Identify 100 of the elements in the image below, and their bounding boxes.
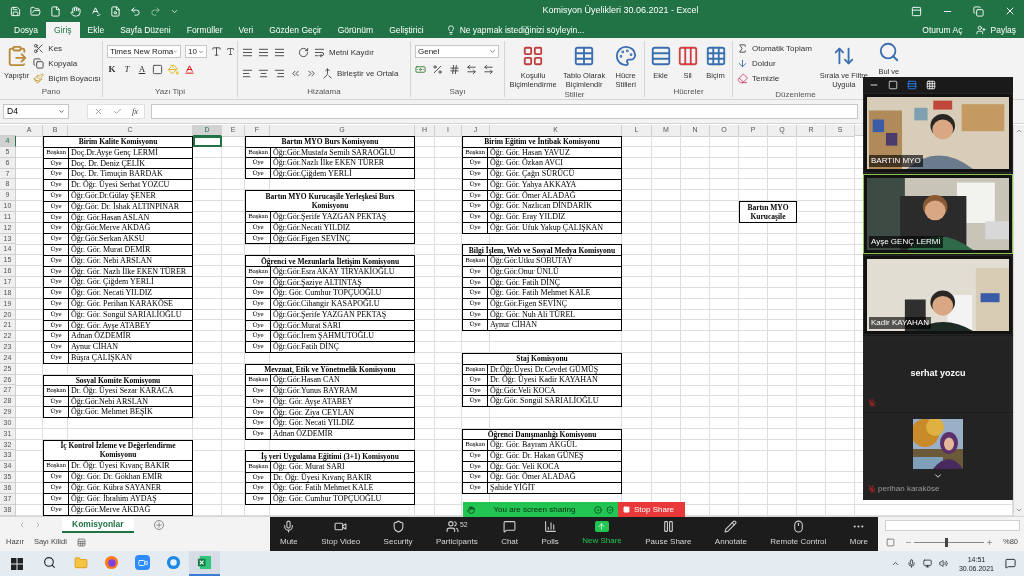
orientation-icon[interactable] — [298, 47, 309, 58]
zoom-slider-thumb[interactable] — [945, 537, 949, 547]
name-cell-text: Öğr.Gör.Veli KOCA — [489, 385, 557, 396]
save-icon[interactable] — [10, 5, 21, 17]
undo-icon[interactable] — [130, 5, 141, 17]
add-sheet-icon[interactable] — [153, 520, 164, 530]
align-right-icon[interactable] — [274, 68, 285, 79]
cancel-icon[interactable] — [94, 107, 103, 116]
align-left-icon[interactable] — [242, 68, 253, 79]
name-cell-text: Doç.Dr.Ayşe Genç LERMİ — [70, 147, 159, 158]
name-cell-text: Öğr.Gör.Merve AKDAĞ — [70, 223, 152, 234]
notification-icon[interactable] — [1005, 558, 1016, 569]
font-name-field[interactable]: Times New Roma — [107, 45, 181, 58]
decrease-indent-icon[interactable] — [290, 68, 301, 79]
spell-check-icon[interactable] — [90, 5, 101, 17]
taskbar-app[interactable] — [189, 551, 220, 576]
insert-function-button[interactable]: fx — [132, 105, 139, 118]
name-cell-text: Öğr. Gör. Ömer ALADAĞ — [489, 472, 577, 483]
gallery-view-icon[interactable] — [926, 79, 936, 90]
ribbon-tab[interactable]: Giriş — [46, 22, 80, 38]
share-button[interactable]: Paylaş — [970, 22, 1022, 38]
autosum-icon — [737, 43, 748, 54]
group-label: Hizalama — [306, 86, 342, 97]
ribbon-tab[interactable]: Gözden Geçir — [261, 22, 330, 38]
percent-icon[interactable] — [432, 64, 443, 75]
align-top-icon[interactable] — [242, 47, 253, 58]
merge-center-button[interactable]: Birleştir ve Ortala — [322, 66, 399, 81]
scroll-up-icon[interactable] — [1015, 127, 1023, 135]
scroll-down-icon[interactable] — [933, 471, 943, 481]
mute-button[interactable]: Mute — [280, 520, 298, 548]
horizontal-scrollbar[interactable] — [885, 519, 1020, 531]
active-cell[interactable] — [193, 136, 222, 147]
underline-button[interactable]: A — [137, 63, 147, 77]
currency-icon[interactable] — [415, 64, 426, 75]
borders-icon[interactable] — [152, 64, 163, 76]
format-painter-button[interactable]: Biçim Boyacısı — [33, 71, 101, 86]
name-cell-text: Dr. Öğr. Üyesi Kıvanç BAKIR — [272, 472, 373, 483]
microphone-icon[interactable] — [906, 559, 916, 568]
name-cell-text: Öğr. Gör. Murat SARI — [272, 462, 346, 472]
polls-button[interactable]: Polls — [541, 520, 559, 548]
chat-button[interactable]: Chat — [501, 520, 519, 548]
font-color-icon[interactable] — [184, 64, 195, 76]
ribbon-tab[interactable]: Dosya — [6, 22, 47, 38]
pause-share-button[interactable]: Pause Share — [645, 520, 692, 548]
bold-button[interactable]: K — [107, 63, 117, 77]
macro-icon[interactable] — [76, 537, 86, 547]
security-button[interactable]: Security — [383, 520, 413, 548]
new-share-button[interactable]: New Share — [582, 521, 622, 547]
name-cell-text: Öğr. Gör. Ayşe ATABEY — [70, 320, 152, 331]
stop-share-button[interactable]: Stop Share — [618, 502, 685, 517]
italic-button[interactable]: T — [122, 63, 132, 77]
wrap-text-button[interactable]: Metni Kaydır — [314, 45, 374, 60]
tell-me-field[interactable]: Ne yapmak istediğinizi söyleyin... — [445, 22, 585, 38]
ribbon-display-icon[interactable] — [911, 5, 922, 17]
ribbon-tab[interactable]: Geliştirici — [381, 22, 432, 38]
formula-field[interactable] — [151, 104, 858, 119]
annotate-button[interactable]: Annotate — [714, 520, 747, 548]
folder-icon[interactable] — [30, 5, 41, 17]
copy-button[interactable]: Kopyala — [33, 56, 101, 71]
participant-name: serhat yozcu — [910, 367, 966, 381]
redo-icon[interactable] — [150, 5, 161, 17]
increase-indent-icon[interactable] — [306, 68, 317, 79]
clear-button[interactable]: Temizle — [737, 71, 812, 86]
ribbon-tab[interactable]: Veri — [230, 22, 262, 38]
speaker-view-icon[interactable] — [888, 79, 898, 90]
sheet-tab[interactable]: Komisyonlar — [62, 517, 134, 533]
align-center-icon[interactable] — [258, 68, 269, 79]
ribbon-tab[interactable]: Sayfa Düzeni — [112, 22, 179, 38]
remote-control-button[interactable]: Remote Control — [770, 520, 827, 548]
ribbon-tab[interactable]: Formüller — [178, 22, 231, 38]
align-middle-icon[interactable] — [258, 47, 269, 58]
page-view-icon[interactable] — [886, 537, 895, 547]
scrollbar[interactable] — [1013, 125, 1024, 516]
pause-share-icon — [661, 520, 675, 533]
new-file-icon[interactable] — [50, 5, 61, 17]
close-icon[interactable] — [1004, 5, 1016, 17]
cut-button[interactable]: Kes — [33, 41, 101, 56]
print-preview-icon[interactable] — [110, 5, 121, 17]
decrease-decimal-icon[interactable] — [483, 64, 494, 75]
autosum-button[interactable]: Otomatik Toplam — [737, 41, 812, 56]
chevron-up-icon[interactable] — [890, 559, 900, 568]
name-box[interactable]: D4 — [3, 104, 69, 119]
name-cell-text: Dr. Öğr. Üyesi Kıvanç BAKIR — [70, 461, 171, 472]
network-icon[interactable] — [922, 559, 932, 568]
font-size-field[interactable]: 10 — [185, 45, 207, 58]
align-bottom-icon[interactable] — [274, 47, 285, 58]
ribbon-tab[interactable]: Görünüm — [329, 22, 382, 38]
volume-icon[interactable] — [938, 559, 948, 568]
strip-view-icon[interactable] — [907, 79, 917, 90]
stop-video-button[interactable]: Stop Video — [321, 520, 361, 548]
more-button[interactable]: More — [849, 520, 868, 548]
name-cell-text: Öğr. Gör. Fatih Mehmet KALE — [272, 483, 375, 494]
group-label: Sayı — [448, 86, 467, 97]
increase-decimal-icon[interactable] — [466, 64, 477, 75]
restore-icon[interactable] — [973, 5, 984, 17]
fill-button[interactable]: Doldur — [737, 56, 812, 71]
hand-icon[interactable] — [70, 5, 81, 17]
number-format-field[interactable]: Genel — [415, 45, 499, 58]
sign-in-link[interactable]: Oturum Aç — [914, 22, 971, 38]
ribbon-tab[interactable]: Ekle — [79, 22, 113, 38]
